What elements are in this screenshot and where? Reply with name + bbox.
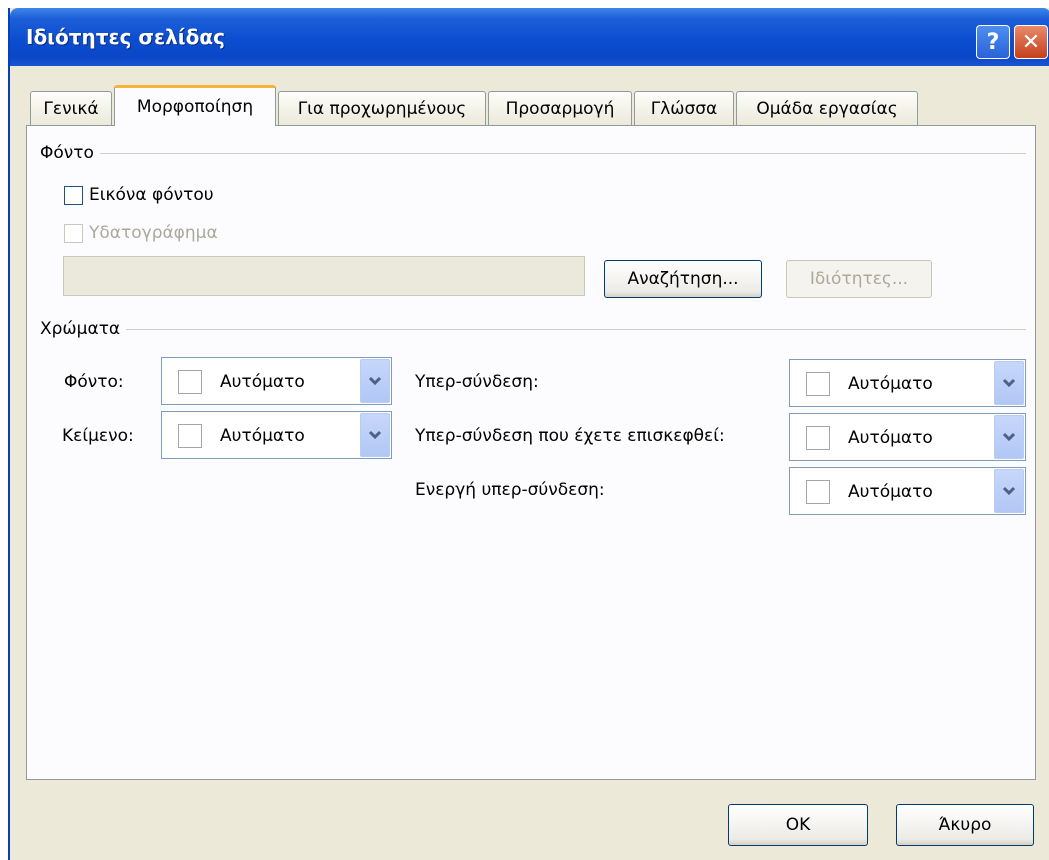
background-group-divider [40, 153, 1026, 154]
background-color-label: Φόντο: [64, 372, 124, 392]
tab-general[interactable]: Γενικά [30, 91, 112, 126]
hyperlink-color-label: Υπερ-σύνδεση: [415, 372, 539, 392]
background-image-label[interactable]: Εικόνα φόντου [89, 185, 214, 205]
cancel-button[interactable]: Άκυρο [896, 804, 1034, 846]
tab-label: Μορφοποίηση [136, 97, 254, 117]
browse-button[interactable]: Αναζήτηση... [604, 260, 762, 298]
tab-label: Γλώσσα [650, 99, 718, 119]
active-hyperlink-color-value: Αυτόματο [848, 482, 933, 502]
visited-hyperlink-color-value: Αυτόματο [848, 428, 933, 448]
color-swatch [178, 424, 202, 448]
color-swatch [806, 480, 830, 504]
text-color-value: Αυτόματο [220, 426, 305, 446]
tab-label: Ομάδα εργασίας [756, 99, 898, 119]
watermark-label: Υδατογράφημα [89, 223, 218, 243]
tab-formatting[interactable]: Μορφοποίηση [114, 85, 276, 126]
active-hyperlink-color-label: Ενεργή υπερ-σύνδεση: [415, 480, 605, 500]
chevron-down-icon[interactable] [994, 361, 1024, 405]
browse-button-label: Αναζήτηση... [627, 269, 739, 289]
color-swatch [178, 370, 202, 394]
image-properties-button: Ιδιότητες... [786, 260, 932, 298]
cancel-button-label: Άκυρο [938, 815, 992, 835]
ok-button[interactable]: OK [728, 804, 868, 846]
close-icon: ✕ [1021, 29, 1041, 55]
color-swatch [806, 426, 830, 450]
title-bar[interactable]: Ιδιότητες σελίδας ? ✕ [10, 8, 1049, 66]
help-button[interactable]: ? [976, 25, 1010, 59]
chevron-down-icon[interactable] [994, 469, 1024, 513]
text-color-dropdown[interactable]: Αυτόματο [161, 411, 392, 459]
tab-language[interactable]: Γλώσσα [634, 91, 734, 126]
background-image-path-field [63, 256, 585, 296]
close-button[interactable]: ✕ [1014, 25, 1048, 59]
chevron-down-icon[interactable] [360, 359, 390, 403]
dialog-title: Ιδιότητες σελίδας [26, 25, 225, 49]
active-hyperlink-color-dropdown[interactable]: Αυτόματο [789, 467, 1026, 515]
chevron-down-icon[interactable] [360, 413, 390, 457]
chevron-down-icon[interactable] [994, 415, 1024, 459]
tab-label: Γενικά [43, 99, 99, 119]
image-properties-button-label: Ιδιότητες... [809, 269, 909, 289]
help-icon: ? [986, 29, 1000, 55]
background-color-dropdown[interactable]: Αυτόματο [161, 357, 392, 405]
ok-button-label: OK [785, 815, 811, 835]
tab-workgroup[interactable]: Ομάδα εργασίας [736, 91, 918, 126]
hyperlink-color-value: Αυτόματο [848, 374, 933, 394]
background-group-label: Φόντο [40, 143, 100, 163]
watermark-checkbox [64, 224, 83, 243]
background-color-value: Αυτόματο [220, 372, 305, 392]
hyperlink-color-dropdown[interactable]: Αυτόματο [789, 359, 1026, 407]
background-image-checkbox[interactable] [64, 186, 83, 205]
tab-label: Προσαρμογή [505, 99, 615, 119]
tab-customize[interactable]: Προσαρμογή [488, 91, 632, 126]
tab-advanced[interactable]: Για προχωρημένους [278, 91, 486, 126]
text-color-label: Κείμενο: [62, 426, 134, 446]
color-swatch [806, 372, 830, 396]
tab-label: Για προχωρημένους [297, 99, 467, 119]
visited-hyperlink-color-label: Υπερ-σύνδεση που έχετε επισκεφθεί: [415, 426, 725, 446]
colors-group-label: Χρώματα [40, 319, 127, 339]
visited-hyperlink-color-dropdown[interactable]: Αυτόματο [789, 413, 1026, 461]
colors-group-divider [40, 329, 1026, 330]
